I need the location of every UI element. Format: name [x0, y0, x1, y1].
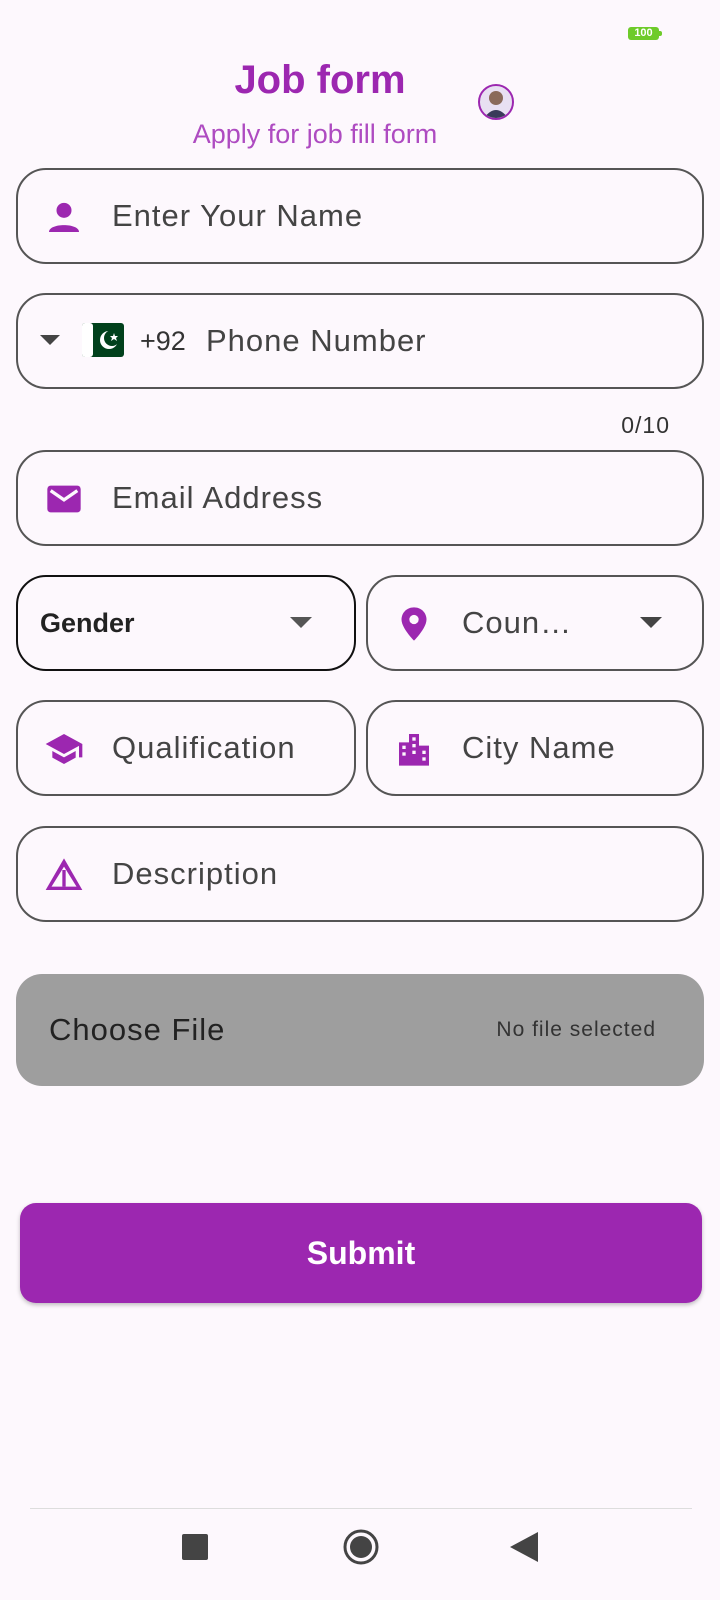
email-placeholder: Email Address — [112, 480, 324, 515]
school-icon — [45, 734, 83, 764]
warning-triangle-icon — [45, 858, 83, 890]
country-dropdown[interactable]: Coun… — [366, 575, 704, 671]
qualification-field[interactable]: Qualification — [16, 700, 356, 796]
status-bar: 100 — [0, 0, 720, 66]
avatar[interactable] — [478, 84, 514, 120]
home-circle-icon[interactable] — [343, 1529, 379, 1565]
choose-file-label: Choose File — [49, 1012, 226, 1047]
mail-icon — [47, 485, 81, 513]
system-nav-bar — [0, 1509, 720, 1600]
recents-square-icon[interactable] — [182, 1534, 208, 1560]
person-icon — [49, 202, 79, 232]
dial-code: +92 — [140, 326, 186, 356]
name-field[interactable]: Enter Your Name — [16, 168, 704, 264]
name-placeholder: Enter Your Name — [112, 198, 364, 233]
battery-tip — [659, 31, 662, 36]
location-pin-icon — [401, 607, 427, 641]
description-placeholder: Description — [112, 856, 279, 891]
person-avatar-icon — [484, 91, 508, 118]
city-placeholder: City Name — [462, 730, 616, 765]
phone-field[interactable]: +92 Phone Number — [16, 293, 704, 389]
pakistan-flag-icon — [82, 323, 124, 357]
gender-dropdown[interactable]: Gender — [16, 575, 356, 671]
battery-icon: 100 — [628, 27, 659, 40]
country-dropdown-icon[interactable] — [40, 333, 60, 347]
chevron-down-icon — [640, 617, 662, 628]
email-field[interactable]: Email Address — [16, 450, 704, 546]
qualification-placeholder: Qualification — [112, 730, 296, 765]
gender-label: Gender — [40, 608, 135, 638]
city-field[interactable]: City Name — [366, 700, 704, 796]
chevron-down-icon — [290, 617, 312, 628]
description-field[interactable]: Description — [16, 826, 704, 922]
page-title: Job form — [234, 58, 406, 102]
city-icon — [399, 734, 429, 766]
country-label: Coun… — [462, 605, 573, 640]
page-subtitle: Apply for job fill form — [192, 119, 438, 149]
phone-char-counter: 0/10 — [621, 412, 670, 438]
choose-file-button[interactable]: Choose File No file selected — [16, 974, 704, 1086]
phone-placeholder: Phone Number — [206, 323, 427, 358]
submit-button[interactable]: Submit — [20, 1203, 702, 1303]
file-status-text: No file selected — [496, 1018, 656, 1041]
back-triangle-icon[interactable] — [510, 1532, 538, 1562]
